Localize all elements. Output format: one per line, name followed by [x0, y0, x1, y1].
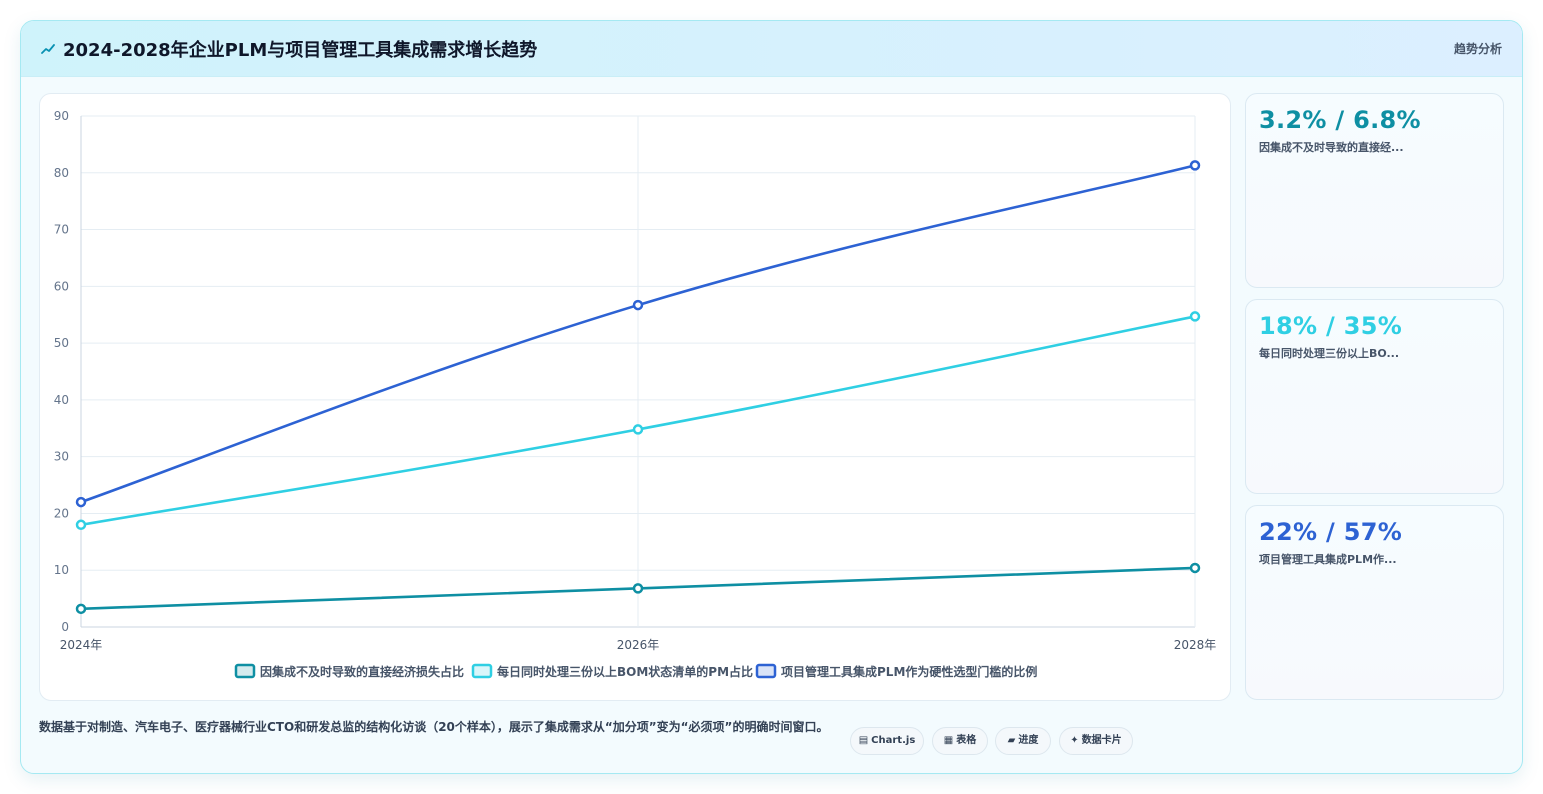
legend-swatch [471, 663, 493, 679]
stat-value: 3.2% / 6.8% [1259, 106, 1421, 134]
page-title: 2024-2028年企业PLM与项目管理工具集成需求增长趋势 [63, 40, 538, 61]
y-tick-label: 70 [54, 223, 69, 237]
stat-card-bom: 18% / 35% 每日同时处理三份以上BO... [1245, 299, 1504, 494]
chip-chartjs[interactable]: ▤ Chart.js [850, 727, 924, 755]
y-tick-label: 60 [54, 279, 69, 293]
stat-label: 每日同时处理三份以上BO... [1259, 347, 1400, 360]
chip-table[interactable]: ▦ 表格 [932, 727, 988, 755]
chart-card: 2024-2028年企业PLM与项目管理工具集成需求增长趋势 趋势分析 0 10 2… [20, 20, 1523, 774]
y-tick-label: 10 [54, 563, 69, 577]
line-chart: 0 10 20 30 40 50 60 70 80 90 2024年 2026年 2028年因集成不及时… [54, 109, 1217, 679]
sparkle-icon: ✦ [1070, 735, 1079, 746]
stat-card-plm: 22% / 57% 项目管理工具集成PLM作... [1245, 505, 1504, 700]
x-tick-label: 2024年 [60, 638, 103, 652]
legend-label: 项目管理工具集成PLM作为硬性选型门槛的比例 [781, 664, 1037, 679]
table-icon: ▦ [943, 735, 954, 746]
legend-label: 每日同时处理三份以上BOM状态清单的PM占比 [497, 664, 753, 679]
data-point [632, 299, 644, 311]
stat-label: 因集成不及时导致的直接经... [1259, 141, 1404, 154]
y-tick-label: 0 [61, 620, 69, 634]
data-point [75, 496, 87, 508]
y-tick-label: 30 [54, 450, 69, 464]
stat-label: 项目管理工具集成PLM作... [1259, 553, 1397, 566]
data-point [1189, 160, 1201, 171]
legend-swatch [234, 663, 256, 679]
y-tick-label: 50 [54, 336, 69, 350]
data-point [75, 519, 87, 531]
y-tick-label: 80 [54, 166, 69, 180]
analysis-tag[interactable]: 趋势分析 [1454, 40, 1502, 57]
legend-label: 因集成不及时导致的直接经济损失占比 [260, 664, 464, 679]
y-tick-label: 40 [54, 393, 69, 407]
x-tick-label: 2028年 [1174, 638, 1217, 652]
y-tick-label: 20 [54, 506, 69, 520]
legend-swatch [755, 663, 777, 679]
chip-label: Chart.js [871, 735, 916, 746]
trend-icon [41, 39, 57, 59]
chart-icon: ▤ [858, 735, 869, 746]
footnote: 数据基于对制造、汽车电子、医疗器械行业CTO和研发总监的结构化访谈（20个样本）… [39, 720, 829, 734]
data-point [1189, 562, 1201, 574]
x-tick-label: 2026年 [617, 638, 660, 652]
y-tick-label: 90 [54, 109, 69, 123]
stat-value: 18% / 35% [1259, 312, 1403, 340]
data-point [75, 603, 87, 615]
stat-value: 22% / 57% [1259, 518, 1403, 546]
chip-label: 表格 [956, 735, 977, 746]
data-point [632, 424, 644, 435]
chip-label: 数据卡片 [1081, 735, 1122, 746]
chip-data-cards[interactable]: ✦ 数据卡片 [1059, 727, 1133, 755]
chart-panel: 0 10 20 30 40 50 60 70 80 90 2024年 2026年 2028年因集成不及时… [39, 93, 1231, 701]
data-point [1189, 311, 1201, 322]
chip-label: 进度 [1018, 735, 1039, 746]
card-header: 2024-2028年企业PLM与项目管理工具集成需求增长趋势 趋势分析 [21, 21, 1522, 77]
chip-progress[interactable]: ▰ 进度 [995, 727, 1051, 755]
stat-card-loss: 3.2% / 6.8% 因集成不及时导致的直接经... [1245, 93, 1504, 288]
data-point [632, 583, 644, 594]
progress-icon: ▰ [1007, 735, 1016, 746]
